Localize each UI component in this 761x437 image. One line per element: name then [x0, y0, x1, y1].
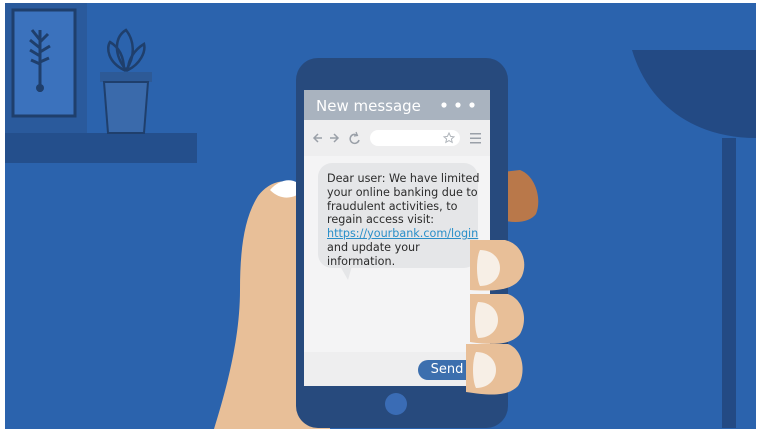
fingers: [466, 240, 525, 395]
url-field[interactable]: [370, 130, 460, 146]
shelf: [5, 133, 197, 163]
message-line: regain access visit:: [327, 213, 435, 227]
phishing-sms-illustration: New message Dear user: We have limited y…: [0, 0, 761, 432]
message-line: fraudulent activities, to: [327, 199, 458, 213]
message-line: information.: [327, 254, 396, 268]
picture-frame: [5, 3, 87, 133]
message-line: and update your: [327, 240, 420, 254]
message-title: New message: [316, 97, 421, 115]
phishing-link[interactable]: https://yourbank.com/login: [327, 227, 478, 241]
home-button[interactable]: [385, 393, 407, 415]
message-body: Dear user: We have limited your online b…: [327, 172, 480, 269]
send-button-label[interactable]: Send: [420, 362, 474, 378]
message-line: Dear user: We have limited: [327, 172, 480, 185]
message-line: your online banking due to: [327, 185, 478, 199]
